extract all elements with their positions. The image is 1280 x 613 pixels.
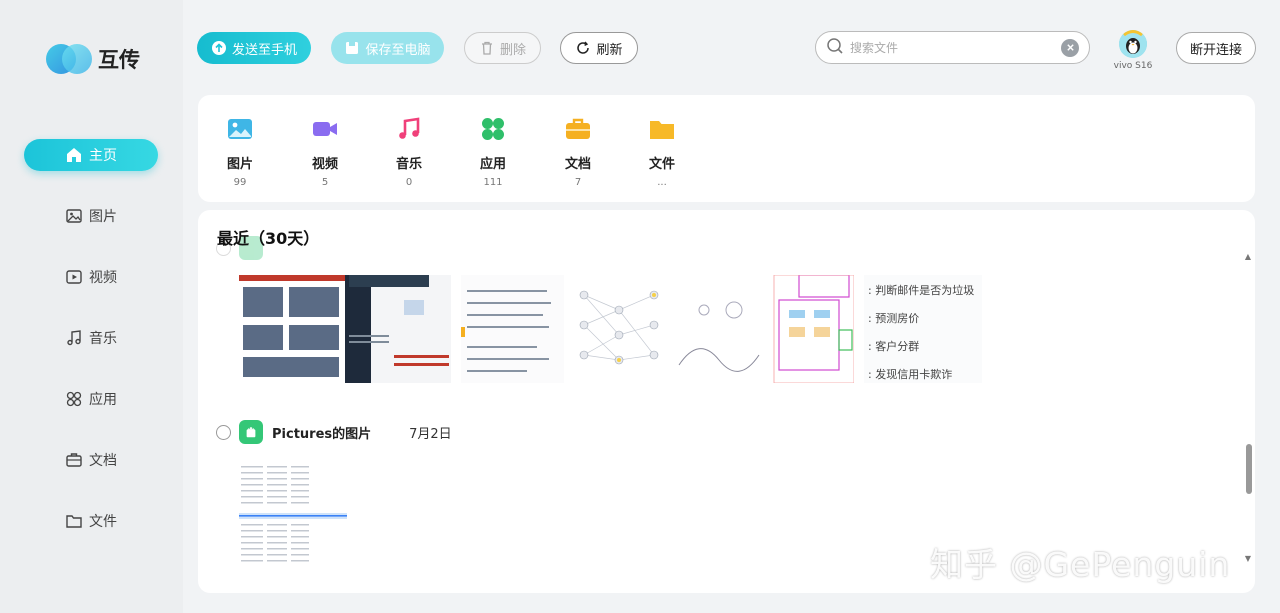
trash-icon (479, 40, 495, 56)
category-images[interactable]: 图片 99 (210, 115, 270, 188)
group-date: 7月2日 (409, 426, 452, 442)
category-count: 0 (405, 177, 413, 188)
refresh-label: 刷新 (596, 42, 623, 58)
briefcase-icon (564, 115, 592, 143)
app-logo: 互传 (46, 42, 140, 76)
send-to-phone-label: 发送至手机 (231, 42, 297, 58)
video-icon (65, 268, 83, 286)
group-thumbnails (239, 462, 349, 570)
search-icon (826, 37, 844, 59)
sidebar-item-videos[interactable]: 视频 (24, 261, 158, 293)
sidebar-item-documents[interactable]: 文档 (24, 444, 158, 476)
search-input[interactable] (850, 40, 1061, 55)
category-apps[interactable]: 应用 111 (463, 115, 523, 188)
category-videos[interactable]: 视频 5 (295, 115, 355, 188)
save-to-pc-label: 保存至电脑 (365, 42, 431, 58)
category-label: 图片 (226, 157, 253, 172)
briefcase-icon (65, 451, 83, 469)
watermark-text: 知乎 @GePenguin (930, 545, 1231, 584)
connected-device[interactable]: vivo S16 (1111, 30, 1155, 71)
category-count: 99 (233, 177, 247, 188)
sidebar-item-home[interactable]: 主页 (24, 139, 158, 171)
sidebar-item-label: 主页 (89, 148, 117, 164)
app-name: 互传 (98, 48, 140, 72)
music-icon (395, 115, 423, 143)
sidebar-item-files[interactable]: 文件 (24, 505, 158, 537)
category-count: 7 (574, 177, 582, 188)
home-icon (65, 146, 83, 164)
folder-icon (648, 115, 676, 143)
group-header: Pictures的图片 7月2日 (216, 420, 452, 444)
folder-icon (65, 512, 83, 530)
sidebar-item-label: 音乐 (89, 331, 117, 347)
scroll-up-icon[interactable]: ▲ (1245, 252, 1251, 261)
category-panel: 图片 99 视频 5 音乐 0 应用 111 文档 7 文件 ... (198, 95, 1255, 202)
category-files[interactable]: 文件 ... (632, 115, 692, 188)
group-select-radio[interactable] (216, 424, 231, 440)
apps-icon (479, 115, 507, 143)
android-icon (239, 420, 263, 444)
save-to-pc-button[interactable]: 保存至电脑 (331, 32, 444, 64)
sidebar-item-label: 视频 (89, 270, 117, 286)
send-to-phone-button[interactable]: 发送至手机 (197, 32, 311, 64)
category-label: 应用 (479, 157, 506, 172)
category-label: 音乐 (395, 157, 422, 172)
category-label: 视频 (311, 157, 338, 172)
sidebar-item-label: 文档 (89, 453, 117, 469)
group-thumbnails: : 判断邮件是否为垃圾 : 预测房价 : 客户分群 : 发现信用卡欺诈 (239, 275, 982, 383)
apps-icon (65, 390, 83, 408)
sidebar-item-label: 文件 (89, 514, 117, 530)
delete-button[interactable]: 删除 (464, 32, 541, 64)
sidebar-item-images[interactable]: 图片 (24, 200, 158, 232)
file-thumbnail[interactable] (461, 275, 564, 383)
video-icon (311, 115, 339, 143)
refresh-icon (575, 40, 591, 56)
clear-search-icon[interactable] (1061, 38, 1079, 57)
file-thumbnail[interactable] (239, 462, 349, 570)
upload-icon (211, 40, 227, 56)
app-logo-icon (46, 42, 92, 76)
category-label: 文档 (564, 157, 591, 172)
sidebar: 互传 主页 图片 视频 音乐 应用 文档 文件 (0, 0, 183, 613)
delete-label: 删除 (499, 42, 526, 58)
device-avatar (1119, 30, 1147, 58)
category-music[interactable]: 音乐 0 (379, 115, 439, 188)
sidebar-item-label: 图片 (89, 209, 117, 225)
recent-title: 最近（30天） (217, 229, 320, 248)
search-box (815, 31, 1090, 64)
file-thumbnail[interactable] (239, 275, 451, 383)
recent-files-panel: 最近（30天）: 判断邮件是否为垃圾: 预测房价: 客户分群: 发现信用… (198, 210, 1255, 593)
category-count: ... (657, 177, 667, 188)
disconnect-button[interactable]: 断开连接 (1176, 32, 1256, 64)
sidebar-item-music[interactable]: 音乐 (24, 322, 158, 354)
music-icon (65, 329, 83, 347)
group-name: Pictures的图片 (272, 426, 372, 442)
category-count: 5 (321, 177, 329, 188)
save-icon (344, 40, 360, 56)
file-thumbnail[interactable] (574, 275, 664, 383)
category-documents[interactable]: 文档 7 (548, 115, 608, 188)
file-thumbnail[interactable] (674, 275, 854, 383)
sidebar-item-apps[interactable]: 应用 (24, 383, 158, 415)
scroll-down-icon[interactable]: ▼ (1245, 554, 1251, 563)
thumbnail-text: : 判断邮件是否为垃圾 : 预测房价 : 客户分群 : 发现信用卡欺诈 (868, 284, 975, 381)
device-name: vivo S16 (1113, 61, 1153, 71)
image-icon (226, 115, 254, 143)
image-icon (65, 207, 83, 225)
sidebar-item-label: 应用 (89, 392, 117, 408)
disconnect-label: 断开连接 (1189, 42, 1242, 58)
scrollbar-thumb[interactable] (1246, 444, 1252, 494)
category-count: 111 (483, 177, 503, 188)
file-thumbnail[interactable]: : 判断邮件是否为垃圾 : 预测房价 : 客户分群 : 发现信用卡欺诈 (864, 275, 982, 383)
refresh-button[interactable]: 刷新 (560, 32, 638, 64)
category-label: 文件 (648, 157, 675, 172)
